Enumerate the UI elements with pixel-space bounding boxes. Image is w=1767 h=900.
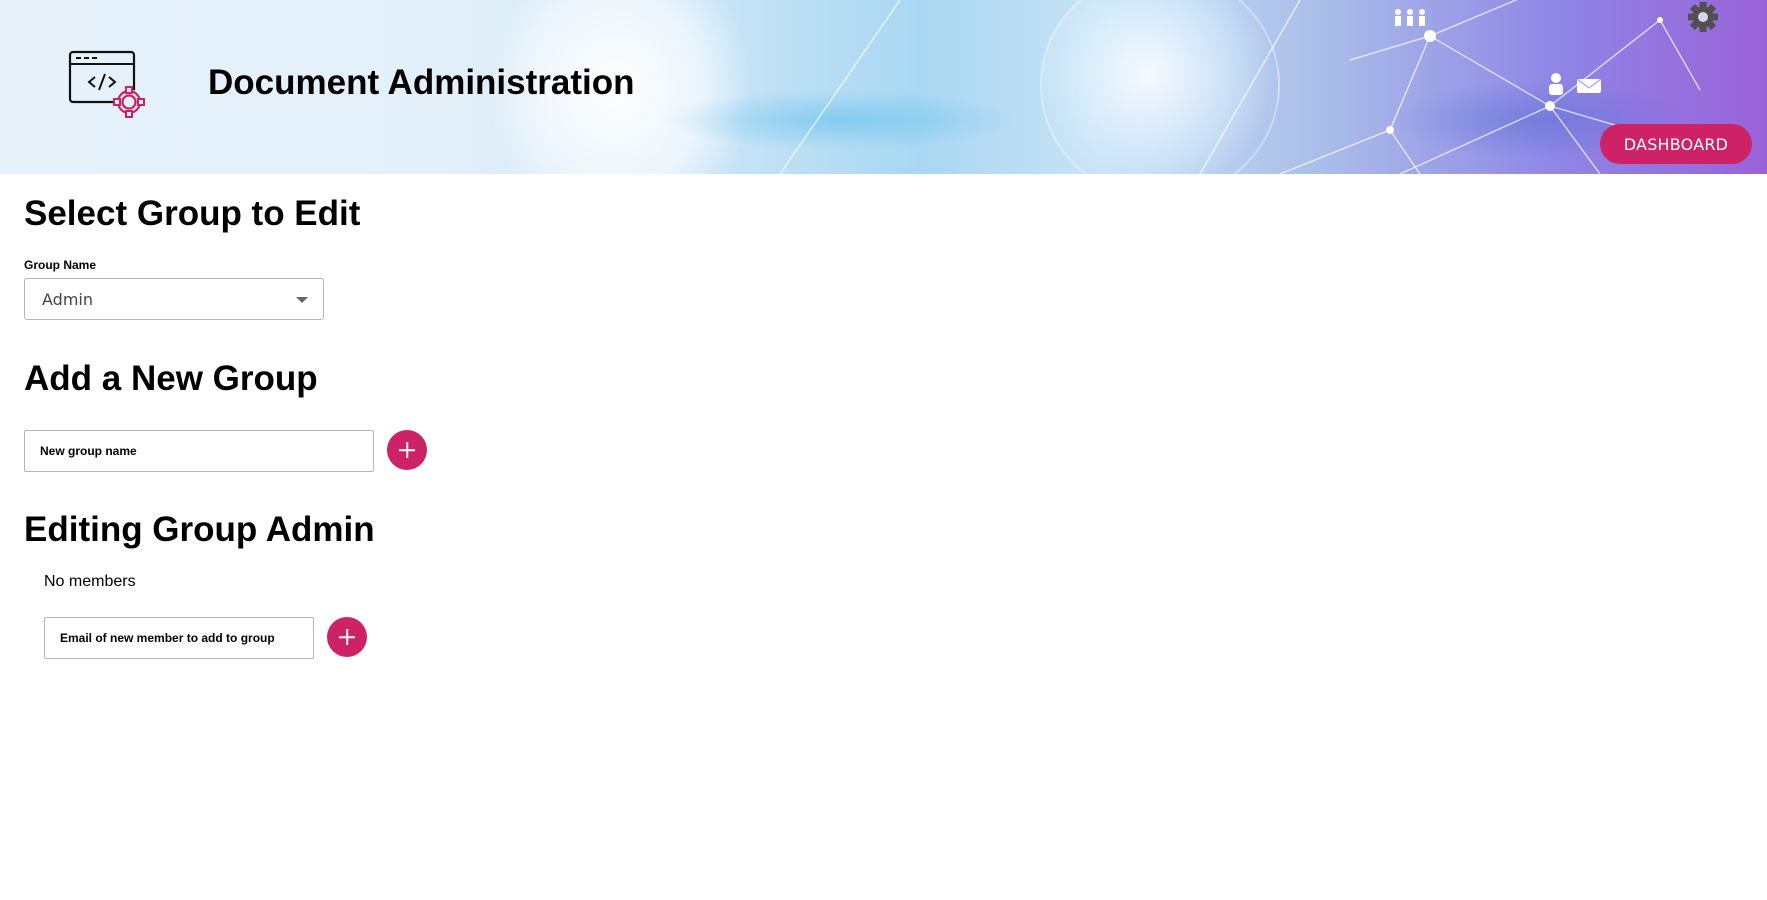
add-member-button[interactable] [327,617,367,657]
group-name-select[interactable]: Admin [24,278,324,320]
group-name-label: Group Name [24,258,97,272]
chevron-down-icon [296,297,308,303]
editing-group-heading: Editing Group Admin [24,510,375,549]
code-window-gear-icon [68,50,145,118]
members-status-text: No members [44,573,136,590]
dashboard-button[interactable]: DASHBOARD [1600,124,1752,164]
new-member-email-input[interactable] [44,617,314,659]
gear-icon[interactable] [1686,0,1720,34]
page-title: Document Administration [208,63,635,102]
select-group-heading: Select Group to Edit [24,194,361,233]
add-group-button[interactable] [387,430,427,470]
header-banner: Document Administration DASHBOARD [0,0,1767,174]
new-group-name-input[interactable] [24,430,374,472]
group-name-select-value: Admin [42,290,93,309]
add-group-heading: Add a New Group [24,359,318,398]
